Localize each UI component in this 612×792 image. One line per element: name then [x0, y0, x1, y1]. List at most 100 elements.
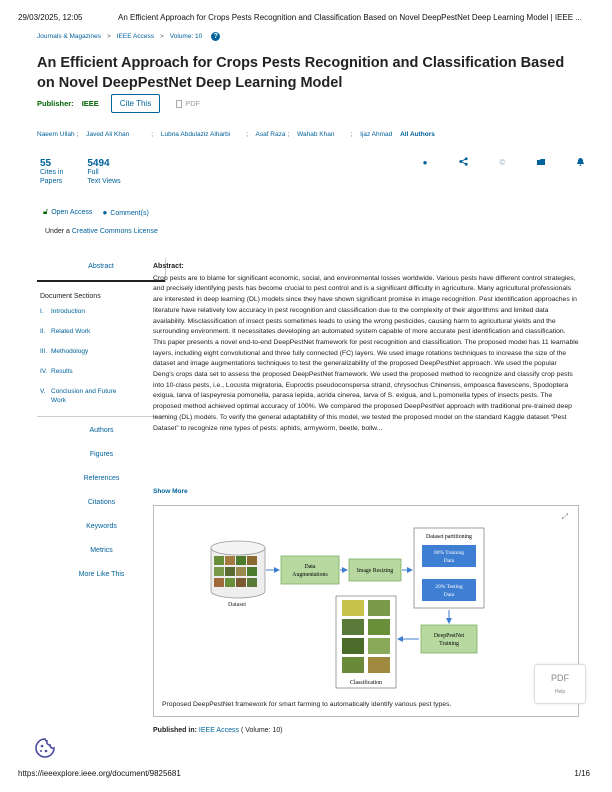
nav-section-results[interactable]: IV. Results — [40, 367, 166, 376]
published-in: Published in: IEEE Access ( Volume: 10) — [153, 727, 283, 734]
deeppestnet-training-box — [420, 624, 478, 654]
dataset-cylinder — [210, 540, 266, 599]
action-icons: ● © — [420, 157, 585, 168]
cite-this-button[interactable]: Cite This — [110, 94, 161, 113]
section-label: Conclusion and Future Work — [51, 388, 117, 404]
comments-label: Comment(s) — [110, 209, 149, 217]
pdf-float-help[interactable]: Help — [535, 689, 585, 695]
pdf-file-icon — [176, 99, 183, 108]
comment-bubble-icon: ● — [102, 207, 108, 217]
metric-cites-label: Cites in — [40, 169, 64, 176]
nav-section-methodology[interactable]: III. Methodology — [40, 347, 166, 356]
deeppestnet-label: Training — [439, 641, 459, 647]
image-resizing-label: Image Resizing — [357, 568, 393, 574]
pdf-link[interactable]: PDF — [176, 99, 200, 108]
journal-link[interactable]: IEEE Access — [199, 727, 239, 734]
section-label: Introduction — [51, 308, 85, 315]
all-authors-link[interactable]: All Authors — [400, 131, 435, 138]
info-icon[interactable]: ● — [420, 158, 430, 167]
framework-diagram: Dataset Data Augmentations Image Resizin… — [210, 527, 485, 689]
section-num: III. — [40, 348, 48, 355]
license-prefix: Under a — [45, 228, 70, 235]
publisher-row: Publisher: IEEE Cite This PDF — [37, 94, 200, 113]
section-label: Related Work — [51, 328, 91, 335]
dataset-label: Dataset — [228, 602, 246, 608]
section-num: IV. — [40, 368, 48, 375]
bell-icon[interactable] — [575, 157, 585, 168]
training-label: Data — [444, 558, 455, 564]
page-title: An Efficient Approach for Crops Pests Re… — [37, 55, 565, 91]
author-link[interactable]: Naeem Ullah — [37, 131, 75, 138]
metrics-row: 55 Cites in Papers 5494 Full Text Views — [40, 158, 121, 186]
nav-links: Authors Figures References Citations Key… — [37, 427, 166, 595]
nav-link-keywords[interactable]: Keywords — [37, 523, 166, 547]
training-label: 80% Training — [434, 550, 464, 556]
author-link[interactable]: Ijaz Ahmad — [360, 131, 392, 138]
print-footer: https://ieeexplore.ieee.org/document/982… — [18, 769, 590, 778]
abstract-section: Abstract: Crop pests are to blame for si… — [153, 262, 579, 434]
license-line: Under a Creative Commons License — [45, 228, 158, 235]
data-aug-label: Augmentations — [292, 572, 328, 578]
breadcrumb: Journals & Magazines > IEEE Access > Vol… — [37, 32, 221, 41]
nav-link-authors[interactable]: Authors — [37, 427, 166, 451]
open-access-badge[interactable]: 🔓︎ Open Access — [43, 207, 92, 217]
access-row: 🔓︎ Open Access ● Comment(s) — [43, 207, 149, 217]
nav-link-references[interactable]: References — [37, 475, 166, 499]
breadcrumb-journals[interactable]: Journals & Magazines — [37, 33, 101, 40]
metric-views-label: Text Views — [87, 177, 121, 185]
section-num: I. — [40, 308, 44, 315]
volume-text: ( Volume: 10) — [240, 727, 283, 734]
partition-title: Dataset partitioning — [426, 534, 472, 540]
abstract-text: Crop pests are to blame for significant … — [153, 274, 579, 432]
nav-link-figures[interactable]: Figures — [37, 451, 166, 475]
breadcrumb-sep: > — [106, 33, 111, 40]
figure-panel: ⤢ Dataset Data Augmentations Image Resiz… — [153, 505, 579, 717]
nav-abstract-wrap: Abstract — [37, 258, 166, 282]
copyright-icon[interactable]: © — [498, 158, 508, 167]
author-link[interactable]: Wahab Khan — [297, 131, 334, 138]
folder-icon[interactable] — [536, 158, 546, 167]
nav-section-conclusion[interactable]: V. Conclusion and Future Work — [40, 387, 166, 405]
author-link[interactable]: Javed Ali Khan — [86, 131, 129, 138]
metric-views[interactable]: 5494 Full Text Views — [87, 158, 120, 186]
nav-divider — [37, 416, 166, 417]
nav-section-introduction[interactable]: I. Introduction — [40, 307, 166, 316]
open-access-label: Open Access — [51, 209, 93, 216]
author-link[interactable]: Lubna Abdulaziz Alharbi — [161, 131, 230, 138]
deeppestnet-label: DeepPestNet — [434, 633, 465, 639]
section-label: Methodology — [51, 348, 89, 355]
published-in-label: Published in: — [153, 727, 197, 734]
cookie-settings-icon[interactable] — [34, 737, 56, 759]
help-icon[interactable]: ? — [211, 32, 221, 41]
data-aug-label: Data — [305, 564, 316, 570]
print-page-title: An Efficient Approach for Crops Pests Re… — [118, 13, 582, 22]
nav-link-more-like-this[interactable]: More Like This — [37, 571, 166, 595]
nav-link-metrics[interactable]: Metrics — [37, 547, 166, 571]
publisher-name: IEEE — [81, 99, 99, 108]
section-label: Results — [51, 368, 73, 375]
creative-commons-link[interactable]: Creative Commons License — [72, 228, 158, 235]
document-sections-title: Document Sections — [40, 293, 101, 300]
testing-label: 20% Testing — [435, 584, 463, 590]
floating-pdf-button[interactable]: PDF Help — [534, 664, 586, 704]
tab-abstract[interactable]: Abstract — [37, 258, 165, 282]
metric-cites-label: Papers — [40, 177, 63, 185]
document-nav: Abstract Document Sections I. Introductio… — [37, 258, 166, 595]
breadcrumb-ieee-access[interactable]: IEEE Access — [117, 33, 154, 40]
author-link[interactable]: Asaf Raza — [256, 131, 286, 138]
print-header: 29/03/2025, 12:05 An Efficient Approach … — [18, 13, 602, 22]
metric-cites[interactable]: 55 Cites in Papers — [40, 158, 63, 186]
show-more-button[interactable]: Show More — [153, 488, 188, 495]
nav-section-related-work[interactable]: II. Related Work — [40, 327, 166, 336]
page-number: 1/16 — [574, 769, 590, 778]
metric-cites-count: 55 — [40, 158, 52, 169]
publisher-label: Publisher: — [37, 99, 74, 108]
page-url: https://ieeexplore.ieee.org/document/982… — [18, 769, 181, 778]
nav-link-citations[interactable]: Citations — [37, 499, 166, 523]
comments-link[interactable]: ● Comment(s) — [102, 208, 148, 217]
abstract-heading: Abstract: — [153, 263, 184, 270]
breadcrumb-volume[interactable]: Volume: 10 — [170, 33, 203, 40]
figure-caption: Proposed DeepPestNet framework for smart… — [162, 701, 452, 708]
share-icon[interactable] — [459, 157, 469, 168]
pdf-float-label: PDF — [551, 673, 569, 683]
